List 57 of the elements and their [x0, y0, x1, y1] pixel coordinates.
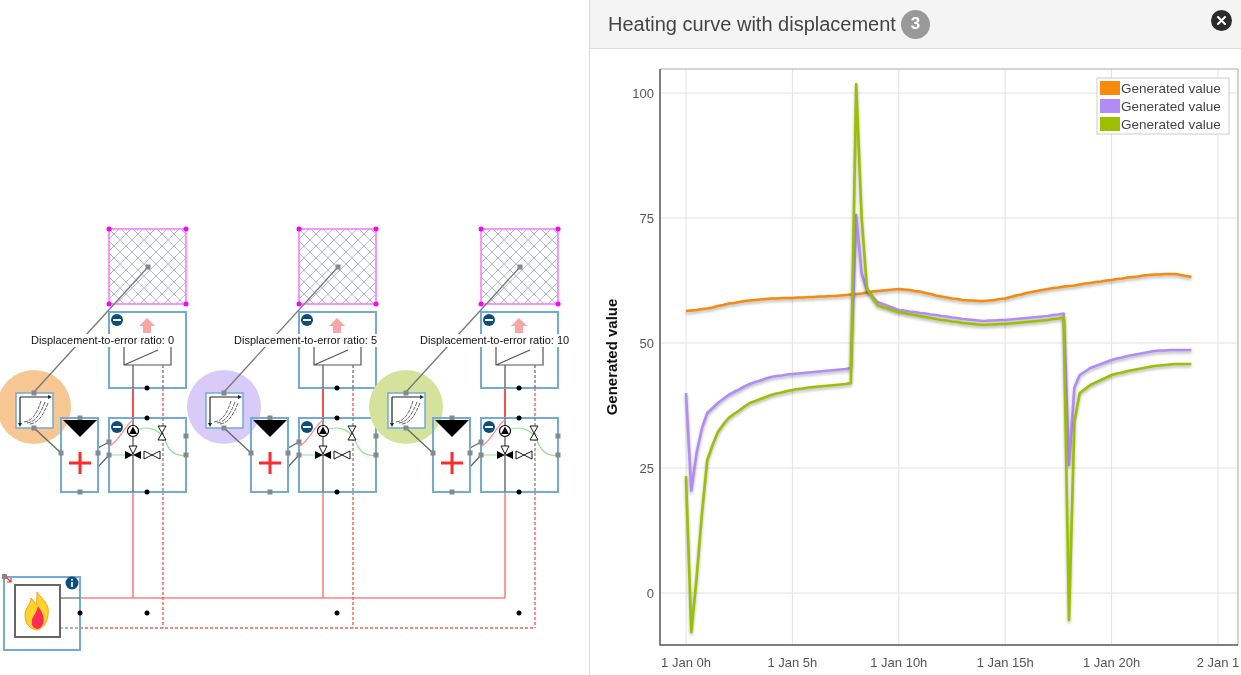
curve-chart-icon	[205, 390, 244, 431]
junction-dot-icon	[144, 610, 150, 616]
triangle-icon	[253, 420, 287, 437]
ratio-label: Displacement-to-error ratio: 5	[233, 334, 379, 347]
info-icon	[65, 576, 79, 590]
legend-label: Generated value	[1121, 99, 1221, 114]
axis-tick-label: 50	[639, 336, 654, 351]
up-arrow-icon	[139, 318, 155, 333]
legend-label: Generated value	[1121, 81, 1221, 96]
plus-icon	[439, 450, 465, 476]
valve-icon	[497, 445, 513, 459]
curve-chart-icon	[387, 390, 426, 431]
minus-icon	[111, 421, 123, 433]
curve-chart-icon	[15, 390, 54, 431]
triangle-icon	[435, 420, 469, 437]
axis-tick-label: 75	[639, 211, 654, 226]
legend-label: Generated value	[1121, 117, 1221, 132]
panel-title: Heating curve with displacement	[608, 12, 896, 36]
valve-icon	[157, 425, 167, 441]
axis-tick-label: 1 Jan 15h	[976, 655, 1034, 670]
axis-tick-label: 1 Jan 20h	[1083, 655, 1141, 670]
axis-tick-label: 100	[632, 86, 654, 101]
plus-icon	[257, 450, 283, 476]
axis-tick-label: 0	[646, 586, 654, 601]
junction-dot-icon	[516, 610, 522, 616]
valve-icon	[515, 450, 533, 460]
valve-icon	[347, 425, 357, 441]
ratio-label: Displacement-to-error ratio: 10	[419, 334, 571, 347]
valve-icon	[315, 445, 331, 459]
pump-icon	[498, 424, 512, 438]
valve-icon	[529, 425, 539, 441]
triangle-icon	[63, 420, 97, 437]
count-badge: 3	[900, 9, 930, 39]
minus-icon	[301, 421, 313, 433]
flame-icon	[24, 591, 49, 631]
axis-tick-label: 1 Jan 5h	[767, 655, 818, 670]
up-arrow-icon	[511, 318, 527, 333]
junction-dot-icon	[334, 610, 340, 616]
minus-icon	[111, 314, 123, 326]
axis-tick-label: 1 Jan 0h	[661, 655, 711, 670]
close-button[interactable]	[1211, 10, 1232, 31]
pump-icon	[316, 424, 330, 438]
axis-tick-label: 25	[639, 461, 654, 476]
axis-title: Generated value	[603, 298, 620, 416]
plus-icon	[67, 450, 93, 476]
up-arrow-icon	[329, 318, 345, 333]
valve-icon	[333, 450, 351, 460]
valve-icon	[143, 450, 161, 460]
axis-tick-label: 2 Jan 1	[1196, 655, 1240, 670]
minus-icon	[301, 314, 313, 326]
axis-tick-label: 1 Jan 10h	[870, 655, 928, 670]
pump-icon	[126, 424, 140, 438]
ratio-label: Displacement-to-error ratio: 0	[30, 334, 176, 347]
minus-icon	[483, 314, 495, 326]
close-icon	[1217, 16, 1226, 25]
minus-icon	[483, 421, 495, 433]
valve-icon	[125, 445, 141, 459]
